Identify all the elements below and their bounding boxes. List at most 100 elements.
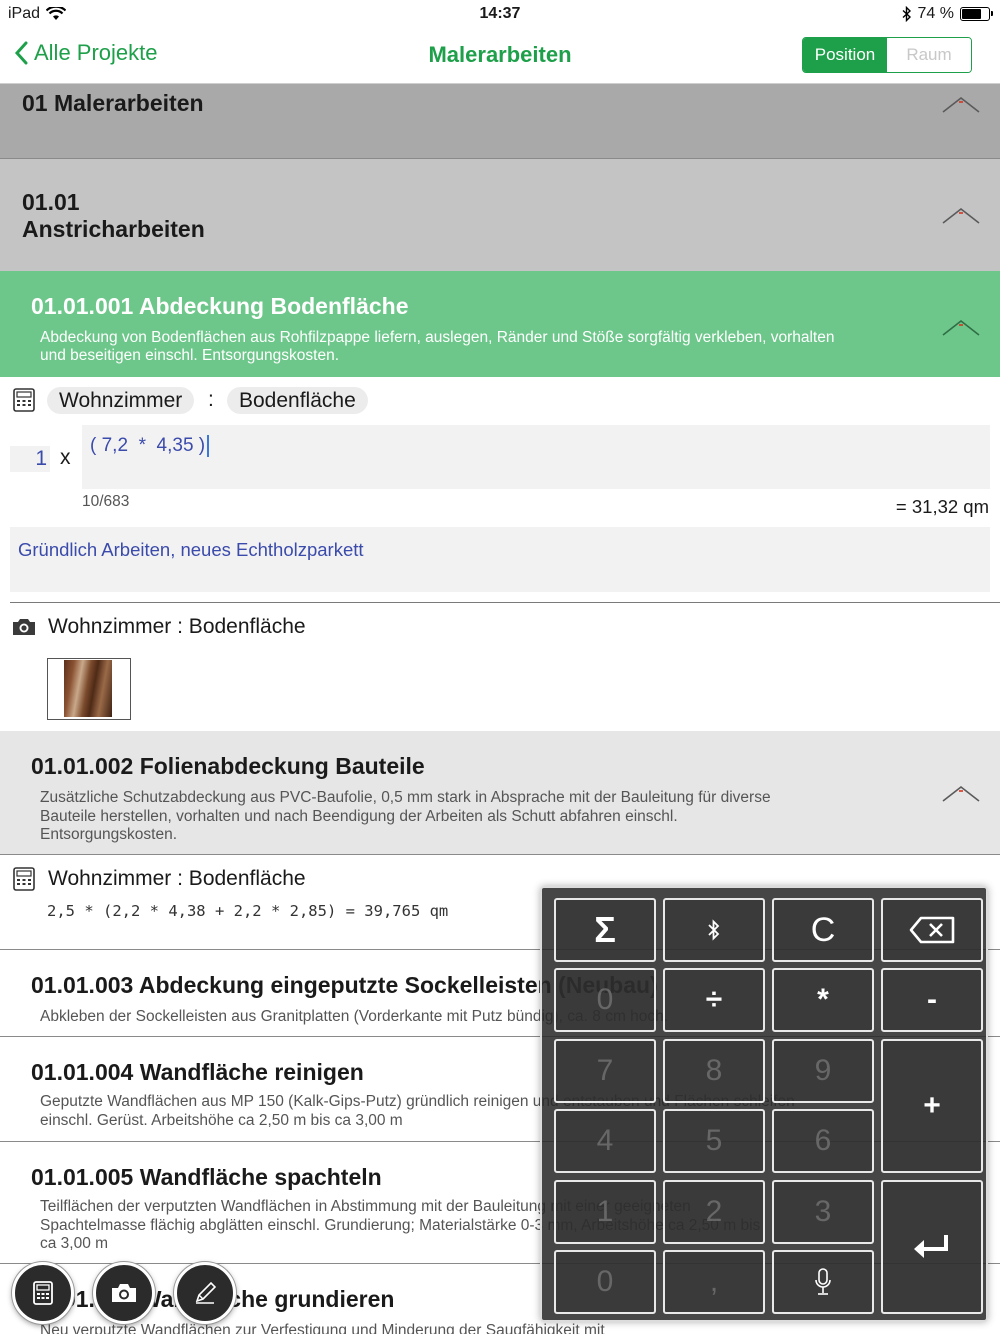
battery-percent: 74 % bbox=[917, 5, 954, 22]
microphone-icon bbox=[815, 1268, 831, 1295]
collapse-chevron-icon[interactable] bbox=[942, 94, 980, 114]
camera-fab[interactable] bbox=[93, 1262, 155, 1324]
section-title: Anstricharbeiten bbox=[22, 216, 205, 242]
minus-key[interactable]: - bbox=[881, 968, 983, 1032]
formula-input[interactable]: ( 7,2 * 4,35 ) bbox=[82, 425, 990, 489]
sum-key[interactable]: Σ bbox=[554, 898, 656, 962]
enter-key[interactable] bbox=[881, 1180, 983, 1314]
tag-separator: : bbox=[208, 388, 214, 411]
backspace-icon bbox=[909, 916, 955, 944]
divide-symbol: ÷ bbox=[705, 983, 723, 1016]
status-time: 14:37 bbox=[479, 5, 521, 22]
collapse-chevron-icon[interactable] bbox=[942, 783, 980, 803]
pencil-fab[interactable] bbox=[174, 1262, 236, 1324]
key-5[interactable]: 5 bbox=[663, 1109, 765, 1173]
key-label: 1 bbox=[596, 1195, 614, 1228]
battery-icon bbox=[960, 7, 993, 21]
plus-symbol: + bbox=[923, 1089, 941, 1122]
key-label: 8 bbox=[705, 1054, 723, 1087]
measurement-expression: 2,5 * (2,2 * 4,38 + 2,2 * 2,85) = 39,765… bbox=[47, 902, 449, 920]
calculator-keypad: Σ C 0 ÷ * - 7 8 9 + 4 5 6 1 2 3 0 , bbox=[540, 886, 988, 1322]
section-title: 01 Malerarbeiten bbox=[22, 90, 204, 116]
key-label: 0 bbox=[596, 983, 614, 1016]
quantity-field[interactable]: 1 bbox=[10, 446, 50, 472]
key-1[interactable]: 1 bbox=[554, 1180, 656, 1244]
multiply-symbol: * bbox=[817, 983, 829, 1016]
key-label: 6 bbox=[814, 1124, 832, 1157]
calculator-icon bbox=[13, 388, 35, 412]
key-0[interactable]: 0 bbox=[554, 1250, 656, 1314]
divider bbox=[10, 602, 1000, 603]
plus-key[interactable]: + bbox=[881, 1039, 983, 1173]
key-4[interactable]: 4 bbox=[554, 1109, 656, 1173]
character-counter: 10/683 bbox=[82, 493, 130, 510]
back-button[interactable]: Alle Projekte bbox=[14, 40, 158, 66]
position-title: 01.01.004 Wandfläche reinigen bbox=[31, 1059, 364, 1085]
key-label: 5 bbox=[705, 1124, 723, 1157]
sum-symbol: Σ bbox=[594, 909, 616, 950]
text-cursor bbox=[207, 435, 210, 457]
collapse-chevron-icon[interactable] bbox=[942, 205, 980, 225]
bluetooth-key[interactable] bbox=[663, 898, 765, 962]
minus-symbol: - bbox=[927, 983, 937, 1016]
pencil-icon bbox=[195, 1281, 217, 1304]
position-title: 01.01.005 Wandfläche spachteln bbox=[31, 1164, 382, 1190]
note-field[interactable]: Gründlich Arbeiten, neues Echtholzparket… bbox=[10, 527, 990, 592]
section-header-01[interactable]: 01 Malerarbeiten bbox=[0, 84, 1000, 159]
key-label: 2 bbox=[705, 1195, 723, 1228]
key-label: 0 bbox=[596, 1265, 614, 1298]
status-bar: iPad 14:37 74 % bbox=[0, 0, 1000, 28]
backspace-key[interactable] bbox=[881, 898, 983, 962]
key-9[interactable]: 9 bbox=[772, 1039, 874, 1103]
key-label: 4 bbox=[596, 1124, 614, 1157]
position-description: Neu verputzte Wandflächen zur Verfestigu… bbox=[40, 1322, 605, 1334]
segment-position[interactable]: Position bbox=[803, 38, 887, 72]
clear-key[interactable]: C bbox=[772, 898, 874, 962]
position-row[interactable]: 01.01.002 Folienabdeckung Bauteile Zusät… bbox=[0, 731, 1000, 855]
multiply-key[interactable]: * bbox=[772, 968, 874, 1032]
key-8[interactable]: 8 bbox=[663, 1039, 765, 1103]
measurement-label: Wohnzimmer : Bodenfläche bbox=[48, 867, 306, 890]
formula-text: ( 7,2 * 4,35 ) bbox=[90, 435, 206, 457]
photo-label: Wohnzimmer : Bodenfläche bbox=[48, 615, 306, 638]
key-label: 3 bbox=[814, 1195, 832, 1228]
return-icon bbox=[914, 1235, 948, 1258]
calculator-icon bbox=[13, 867, 35, 891]
area-tag[interactable]: Bodenfläche bbox=[227, 387, 368, 414]
room-tag[interactable]: Wohnzimmer bbox=[47, 387, 195, 414]
calculator-icon bbox=[33, 1281, 53, 1305]
section-number: 01.01 bbox=[22, 189, 80, 215]
bluetooth-icon bbox=[708, 919, 720, 941]
key-7[interactable]: 7 bbox=[554, 1039, 656, 1103]
photo-thumbnail[interactable] bbox=[47, 658, 131, 720]
position-title: 01.01.002 Folienabdeckung Bauteile bbox=[31, 753, 425, 779]
key-label: 7 bbox=[596, 1054, 614, 1087]
calculator-fab[interactable] bbox=[12, 1262, 74, 1324]
navigation-bar: Alle Projekte Malerarbeiten Position Rau… bbox=[0, 28, 1000, 84]
key-6[interactable]: 6 bbox=[772, 1109, 874, 1173]
key-3[interactable]: 3 bbox=[772, 1180, 874, 1244]
multiply-sign: x bbox=[60, 446, 71, 469]
segment-raum[interactable]: Raum bbox=[887, 38, 971, 72]
key-0-upper[interactable]: 0 bbox=[554, 968, 656, 1032]
position-title: 01.01.001 Abdeckung Bodenfläche bbox=[31, 293, 409, 319]
formula-result: = 31,32 qm bbox=[895, 496, 989, 517]
microphone-key[interactable] bbox=[772, 1250, 874, 1314]
position-description: Zusätzliche Schutzabdeckung aus PVC-Bauf… bbox=[40, 789, 771, 843]
section-header-01-01[interactable]: 01.01 Anstricharbeiten bbox=[0, 159, 1000, 271]
comma-key[interactable]: , bbox=[663, 1250, 765, 1314]
position-header-active[interactable]: 01.01.001 Abdeckung Bodenfläche Abdeckun… bbox=[0, 271, 1000, 377]
back-button-label: Alle Projekte bbox=[34, 40, 158, 65]
key-label: , bbox=[709, 1265, 719, 1298]
key-2[interactable]: 2 bbox=[663, 1180, 765, 1244]
chevron-left-icon bbox=[14, 41, 28, 65]
view-segmented-control: Position Raum bbox=[802, 37, 972, 73]
position-description: Abdeckung von Bodenflächen aus Rohfilzpa… bbox=[40, 329, 835, 364]
clear-label: C bbox=[810, 910, 836, 949]
bluetooth-status-icon bbox=[902, 6, 911, 22]
key-label: 9 bbox=[814, 1054, 832, 1087]
divide-key[interactable]: ÷ bbox=[663, 968, 765, 1032]
collapse-chevron-icon[interactable] bbox=[942, 317, 980, 337]
camera-icon bbox=[112, 1284, 136, 1302]
camera-icon bbox=[13, 619, 35, 635]
